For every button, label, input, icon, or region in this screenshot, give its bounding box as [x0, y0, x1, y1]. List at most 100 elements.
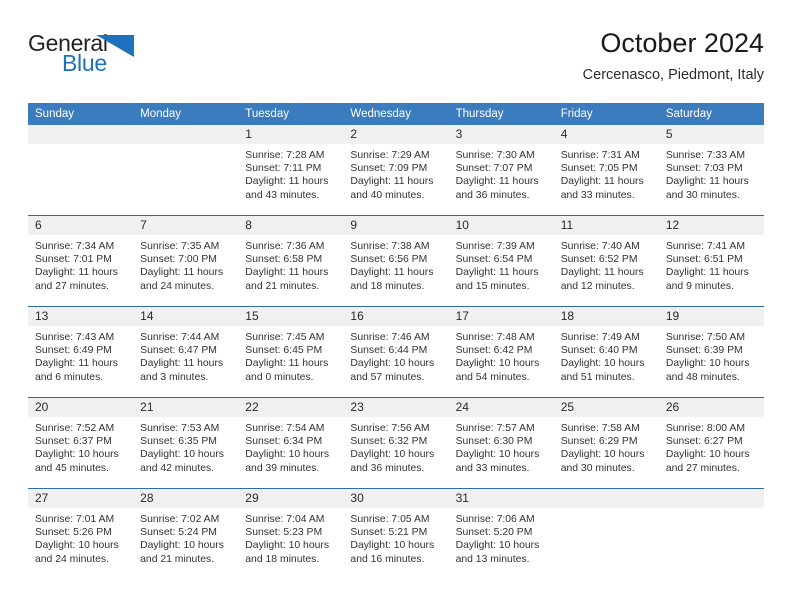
sunrise-text: Sunrise: 7:30 AM	[455, 150, 535, 161]
day-cell[interactable]: 23 Sunrise: 7:56 AM Sunset: 6:32 PM Dayligh…	[343, 398, 449, 488]
calendar-cell: 10 Sunrise: 7:39 AM Sunset: 6:54 PM Dayligh…	[448, 215, 554, 307]
calendar-cell: 22 Sunrise: 7:54 AM Sunset: 6:34 PM Dayligh…	[238, 397, 344, 489]
sunset-text: Sunset: 5:20 PM	[455, 527, 533, 539]
day-cell[interactable]: 7 Sunrise: 7:35 AM Sunset: 7:00 PM Daylight…	[133, 216, 239, 306]
day-cell[interactable]: 21 Sunrise: 7:53 AM Sunset: 6:35 PM Dayligh…	[133, 398, 239, 488]
daylight-text-line1: Daylight: 11 hours	[35, 267, 118, 279]
day-cell[interactable]: 3 Sunrise: 7:30 AM Sunset: 7:07 PM Daylight…	[448, 125, 554, 215]
daylight-text-line2: and 39 minutes.	[245, 462, 320, 474]
day-number: 27	[28, 489, 134, 508]
calendar-cell: 5 Sunrise: 7:33 AM Sunset: 7:03 PM Daylight…	[658, 125, 764, 216]
calendar-cell: 16 Sunrise: 7:46 AM Sunset: 6:44 PM Dayligh…	[343, 306, 449, 398]
day-cell[interactable]: 17 Sunrise: 7:48 AM Sunset: 6:42 PM Dayligh…	[448, 307, 554, 397]
day-cell[interactable]: 22 Sunrise: 7:54 AM Sunset: 6:34 PM Dayligh…	[238, 398, 344, 488]
day-cell[interactable]: 6 Sunrise: 7:34 AM Sunset: 7:01 PM Daylight…	[28, 216, 134, 306]
daylight-text-line2: and 13 minutes.	[455, 553, 530, 565]
day-cell[interactable]: 29 Sunrise: 7:04 AM Sunset: 5:23 PM Dayligh…	[238, 489, 344, 579]
day-cell[interactable]: 24 Sunrise: 7:57 AM Sunset: 6:30 PM Dayligh…	[448, 398, 554, 488]
logo-text-blue: Blue	[62, 50, 107, 76]
day-details: Sunrise: 7:50 AM Sunset: 6:39 PM Daylight:…	[659, 326, 764, 384]
calendar-body: 1 Sunrise: 7:28 AM Sunset: 7:11 PM Daylight…	[28, 125, 764, 579]
day-cell[interactable]: 13 Sunrise: 7:43 AM Sunset: 6:49 PM Dayligh…	[28, 307, 134, 397]
daylight-text-line1: Daylight: 11 hours	[140, 267, 224, 279]
sunset-text: Sunset: 6:56 PM	[350, 254, 428, 266]
calendar-cell	[133, 125, 239, 216]
day-cell[interactable]: 9 Sunrise: 7:38 AM Sunset: 6:56 PM Daylight…	[343, 216, 449, 306]
calendar-week-row: 20 Sunrise: 7:52 AM Sunset: 6:37 PM Dayligh…	[28, 397, 764, 489]
calendar-cell: 13 Sunrise: 7:43 AM Sunset: 6:49 PM Dayligh…	[28, 306, 134, 398]
sunrise-text: Sunrise: 7:36 AM	[245, 241, 325, 252]
column-header-monday: Monday	[133, 103, 239, 125]
daylight-text-line2: and 9 minutes.	[665, 280, 735, 292]
day-cell[interactable]: 19 Sunrise: 7:50 AM Sunset: 6:39 PM Dayligh…	[658, 307, 764, 397]
day-details: Sunrise: 7:46 AM Sunset: 6:44 PM Daylight:…	[343, 326, 448, 384]
sunset-text: Sunset: 6:30 PM	[455, 436, 533, 448]
daylight-text-line2: and 43 minutes.	[245, 189, 320, 201]
day-cell[interactable]: 2 Sunrise: 7:29 AM Sunset: 7:09 PM Daylight…	[343, 125, 449, 215]
sunrise-text: Sunrise: 7:33 AM	[665, 150, 745, 161]
daylight-text-line1: Daylight: 11 hours	[665, 267, 749, 279]
day-cell[interactable]: 25 Sunrise: 7:58 AM Sunset: 6:29 PM Dayligh…	[553, 398, 659, 488]
page-header: General Blue October 2024 Cercenasco, Pi…	[28, 26, 764, 98]
day-cell[interactable]: 28 Sunrise: 7:02 AM Sunset: 5:24 PM Dayligh…	[133, 489, 239, 579]
sunrise-text: Sunrise: 7:57 AM	[455, 423, 535, 434]
calendar-cell: 4 Sunrise: 7:31 AM Sunset: 7:05 PM Daylight…	[553, 125, 659, 216]
calendar-week-row: 13 Sunrise: 7:43 AM Sunset: 6:49 PM Dayligh…	[28, 306, 764, 398]
day-cell[interactable]: 4 Sunrise: 7:31 AM Sunset: 7:05 PM Daylight…	[553, 125, 659, 215]
daylight-text-line2: and 27 minutes.	[35, 280, 109, 292]
day-details: Sunrise: 7:41 AM Sunset: 6:51 PM Daylight:…	[659, 235, 764, 293]
sunset-text: Sunset: 7:01 PM	[35, 254, 112, 266]
day-number: 8	[238, 216, 344, 235]
day-cell[interactable]: 5 Sunrise: 7:33 AM Sunset: 7:03 PM Daylight…	[658, 125, 764, 215]
day-cell[interactable]: 12 Sunrise: 7:41 AM Sunset: 6:51 PM Dayligh…	[658, 216, 764, 306]
daylight-text-line1: Daylight: 10 hours	[560, 449, 645, 461]
sunset-text: Sunset: 7:03 PM	[665, 163, 743, 175]
day-details: Sunrise: 7:43 AM Sunset: 6:49 PM Daylight:…	[28, 326, 133, 384]
day-cell[interactable]: 18 Sunrise: 7:49 AM Sunset: 6:40 PM Dayligh…	[553, 307, 659, 397]
day-details: Sunrise: 7:53 AM Sunset: 6:35 PM Daylight:…	[133, 417, 238, 475]
day-number: 28	[133, 489, 239, 508]
day-number: 6	[28, 216, 134, 235]
daylight-text-line2: and 15 minutes.	[455, 280, 530, 292]
day-details: Sunrise: 7:56 AM Sunset: 6:32 PM Daylight:…	[343, 417, 448, 475]
day-details: Sunrise: 7:49 AM Sunset: 6:40 PM Daylight:…	[554, 326, 659, 384]
daylight-text-line2: and 12 minutes.	[560, 280, 635, 292]
day-cell[interactable]: 30 Sunrise: 7:05 AM Sunset: 5:21 PM Dayligh…	[343, 489, 449, 579]
sunrise-text: Sunrise: 7:48 AM	[455, 332, 535, 343]
day-cell[interactable]: 27 Sunrise: 7:01 AM Sunset: 5:26 PM Dayligh…	[28, 489, 134, 579]
day-cell[interactable]: 26 Sunrise: 8:00 AM Sunset: 6:27 PM Dayligh…	[658, 398, 764, 488]
day-cell[interactable]: 20 Sunrise: 7:52 AM Sunset: 6:37 PM Dayligh…	[28, 398, 134, 488]
sunrise-text: Sunrise: 7:46 AM	[350, 332, 430, 343]
daylight-text-line1: Daylight: 11 hours	[455, 176, 539, 188]
day-cell[interactable]: 8 Sunrise: 7:36 AM Sunset: 6:58 PM Daylight…	[238, 216, 344, 306]
day-cell[interactable]: 1 Sunrise: 7:28 AM Sunset: 7:11 PM Daylight…	[238, 125, 344, 215]
day-number: 1	[238, 125, 344, 144]
sunrise-text: Sunrise: 7:56 AM	[350, 423, 430, 434]
daylight-text-line2: and 24 minutes.	[140, 280, 215, 292]
day-cell[interactable]: 15 Sunrise: 7:45 AM Sunset: 6:45 PM Dayligh…	[238, 307, 344, 397]
sunset-text: Sunset: 6:44 PM	[350, 345, 428, 357]
sunset-text: Sunset: 6:52 PM	[560, 254, 638, 266]
day-details: Sunrise: 7:28 AM Sunset: 7:11 PM Daylight:…	[238, 144, 343, 202]
day-number	[133, 125, 239, 144]
day-cell[interactable]: 11 Sunrise: 7:40 AM Sunset: 6:52 PM Dayligh…	[553, 216, 659, 306]
sunrise-text: Sunrise: 7:45 AM	[245, 332, 325, 343]
column-header-tuesday: Tuesday	[238, 103, 344, 125]
sunset-text: Sunset: 6:45 PM	[245, 345, 323, 357]
day-number: 20	[28, 398, 134, 417]
general-blue-logo[interactable]: General Blue	[28, 30, 248, 88]
daylight-text-line1: Daylight: 11 hours	[350, 176, 434, 188]
sunset-text: Sunset: 6:47 PM	[140, 345, 217, 357]
day-details: Sunrise: 7:57 AM Sunset: 6:30 PM Daylight:…	[449, 417, 554, 475]
day-details: Sunrise: 7:02 AM Sunset: 5:24 PM Daylight:…	[133, 508, 238, 566]
calendar-cell: 3 Sunrise: 7:30 AM Sunset: 7:07 PM Daylight…	[448, 125, 554, 216]
day-details: Sunrise: 7:33 AM Sunset: 7:03 PM Daylight:…	[659, 144, 764, 202]
day-cell[interactable]: 10 Sunrise: 7:39 AM Sunset: 6:54 PM Dayligh…	[448, 216, 554, 306]
column-header-friday: Friday	[553, 103, 659, 125]
day-cell[interactable]: 16 Sunrise: 7:46 AM Sunset: 6:44 PM Dayligh…	[343, 307, 449, 397]
day-cell[interactable]: 14 Sunrise: 7:44 AM Sunset: 6:47 PM Dayligh…	[133, 307, 239, 397]
day-number: 14	[133, 307, 239, 326]
day-details: Sunrise: 7:35 AM Sunset: 7:00 PM Daylight:…	[133, 235, 238, 293]
calendar-cell	[658, 488, 764, 579]
day-cell[interactable]: 31 Sunrise: 7:06 AM Sunset: 5:20 PM Dayligh…	[448, 489, 554, 579]
